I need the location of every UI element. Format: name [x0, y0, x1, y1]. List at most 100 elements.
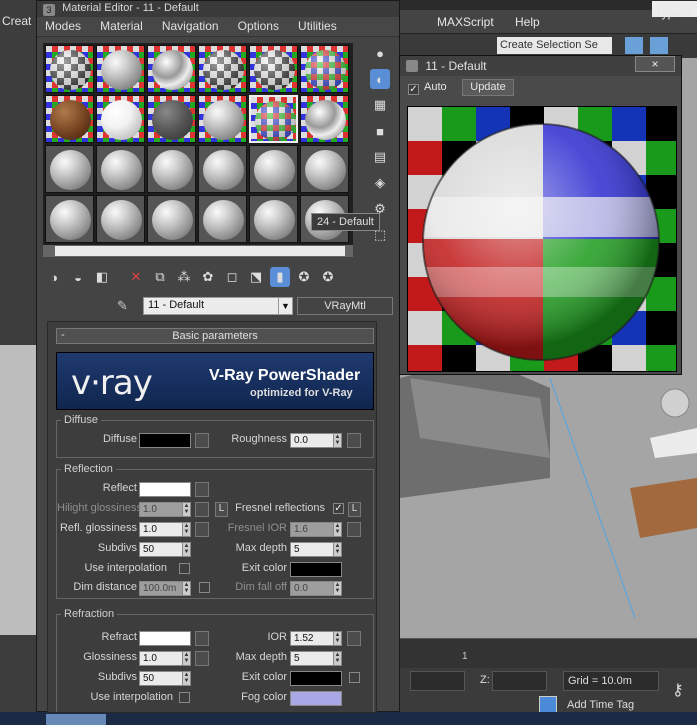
sample-slot[interactable]	[249, 145, 298, 193]
search-box[interactable]: Type a	[652, 1, 697, 20]
refraction-max-depth-spinner[interactable]: 5 ▲ ▼	[290, 651, 342, 666]
sample-slot[interactable]	[96, 145, 145, 193]
sample-slot[interactable]	[300, 145, 349, 193]
refraction-exit-color-swatch[interactable]	[290, 671, 342, 686]
roughness-spinner[interactable]: 0.0 ▲ ▼	[290, 433, 342, 448]
go-to-parent-icon[interactable]: ▮	[270, 267, 290, 287]
dim-fall-off-spinner[interactable]: 0.0 ▲ ▼	[290, 581, 342, 596]
menu-help[interactable]: Help	[515, 15, 540, 29]
preview-titlebar[interactable]: 11 - Default ×	[400, 56, 681, 76]
refract-color-swatch[interactable]	[139, 631, 191, 646]
menu-material[interactable]: Material	[100, 19, 143, 33]
sample-slot[interactable]	[300, 95, 349, 143]
sample-slot[interactable]	[249, 195, 298, 243]
auto-toggle[interactable]: ✓ Auto	[408, 81, 447, 95]
scrollbar-thumb[interactable]	[55, 246, 345, 256]
sample-slot[interactable]	[147, 45, 196, 93]
go-forward-sibling-icon[interactable]: ✪	[294, 267, 314, 287]
sample-slot[interactable]	[198, 45, 247, 93]
spinner-arrows[interactable]: ▲ ▼	[182, 523, 190, 536]
basic-parameters-rollout[interactable]: - Basic parameters	[56, 328, 374, 344]
ior-spinner[interactable]: 1.52 ▲ ▼	[290, 631, 342, 646]
sample-uv-tiling-icon[interactable]: ■	[370, 121, 390, 141]
sample-slot[interactable]	[249, 45, 298, 93]
material-id-icon[interactable]: ✿	[198, 267, 218, 287]
make-preview-icon[interactable]: ◈	[370, 173, 390, 193]
spinner-arrows[interactable]: ▲ ▼	[182, 543, 190, 556]
diffuse-color-swatch[interactable]	[139, 433, 191, 448]
spinner-arrows[interactable]: ▲ ▼	[182, 503, 190, 516]
roughness-map-button[interactable]	[347, 433, 361, 448]
sample-slot[interactable]	[300, 45, 349, 93]
material-editor-titlebar[interactable]: 3 Material Editor - 11 - Default	[37, 1, 399, 17]
refl-glossiness-spinner[interactable]: 1.0 ▲ ▼	[139, 522, 191, 537]
sample-slot[interactable]	[45, 45, 94, 93]
taskbar-button[interactable]	[46, 714, 106, 725]
show-end-result-icon[interactable]: ⬔	[246, 267, 266, 287]
coord-z-field[interactable]	[492, 671, 547, 691]
spinner-arrows[interactable]: ▲ ▼	[182, 672, 190, 685]
put-to-scene-icon[interactable]: ◒	[68, 267, 88, 287]
spinner-arrows[interactable]: ▲ ▼	[333, 632, 341, 645]
ior-map-button[interactable]	[347, 631, 361, 646]
chevron-down-icon[interactable]: ▼	[278, 298, 292, 314]
put-to-library-icon[interactable]: ⁂	[174, 267, 194, 287]
sample-slot[interactable]	[96, 195, 145, 243]
fresnel-reflections-checkbox[interactable]: ✓	[333, 503, 344, 514]
reflection-exit-color-swatch[interactable]	[290, 562, 342, 577]
toolbar-icon[interactable]	[625, 37, 643, 54]
coord-y-field[interactable]	[410, 671, 465, 691]
sample-slot[interactable]	[96, 95, 145, 143]
sample-slot[interactable]	[45, 145, 94, 193]
menu-options[interactable]: Options	[238, 19, 279, 33]
sample-slot[interactable]	[198, 95, 247, 143]
dim-distance-spinner[interactable]: 100.0m ▲ ▼	[139, 581, 191, 596]
diffuse-map-button[interactable]	[195, 433, 209, 448]
sample-slot[interactable]	[147, 195, 196, 243]
refraction-exit-color-checkbox[interactable]	[349, 672, 360, 683]
spinner-arrows[interactable]: ▲ ▼	[182, 652, 190, 665]
add-time-tag-label[interactable]: Add Time Tag	[567, 699, 634, 711]
spinner-arrows[interactable]: ▲ ▼	[182, 582, 190, 595]
refraction-subdivs-spinner[interactable]: 50 ▲ ▼	[139, 671, 191, 686]
reflection-use-interpolation-checkbox[interactable]	[179, 563, 190, 574]
slots-horizontal-scrollbar[interactable]	[43, 245, 353, 257]
video-color-check-icon[interactable]: ▤	[370, 147, 390, 167]
refraction-use-interpolation-checkbox[interactable]	[179, 692, 190, 703]
material-name-field[interactable]: 11 - Default ▼	[143, 297, 293, 315]
selection-set-dropdown[interactable]: Create Selection Se	[497, 37, 612, 54]
spinner-arrows[interactable]: ▲ ▼	[333, 434, 341, 447]
sample-slot[interactable]	[198, 195, 247, 243]
hilight-map-button[interactable]	[195, 502, 209, 517]
make-unique-icon[interactable]: ⧉	[150, 267, 170, 287]
hilight-glossiness-spinner[interactable]: 1.0 ▲ ▼	[139, 502, 191, 517]
sample-slot[interactable]	[96, 45, 145, 93]
spinner-arrows[interactable]: ▲ ▼	[333, 582, 341, 595]
sample-slot[interactable]	[45, 195, 94, 243]
refract-map-button[interactable]	[195, 631, 209, 646]
menu-modes[interactable]: Modes	[45, 19, 81, 33]
background-checker-icon[interactable]: ▦	[370, 95, 390, 115]
assign-to-selection-icon[interactable]: ◧	[92, 267, 112, 287]
eyedropper-icon[interactable]: ✎	[117, 298, 128, 314]
dim-distance-checkbox[interactable]	[199, 582, 210, 593]
lock-hilight-button[interactable]: L	[215, 502, 228, 517]
menu-maxscript[interactable]: MAXScript	[437, 15, 494, 29]
spinner-arrows[interactable]: ▲ ▼	[333, 652, 341, 665]
reflection-subdivs-spinner[interactable]: 50 ▲ ▼	[139, 542, 191, 557]
close-button[interactable]: ×	[635, 56, 675, 72]
sample-slot-selected[interactable]	[249, 95, 298, 143]
key-icon[interactable]: ⚷	[672, 680, 684, 700]
refraction-glossiness-spinner[interactable]: 1.0 ▲ ▼	[139, 651, 191, 666]
menu-navigation[interactable]: Navigation	[162, 19, 219, 33]
preview-render[interactable]	[407, 106, 677, 372]
update-button[interactable]: Update	[462, 79, 514, 96]
backlight-icon[interactable]: ◐	[370, 69, 390, 89]
get-material-icon[interactable]: ◑	[44, 267, 64, 287]
lock-fresnel-ior-button[interactable]: L	[348, 502, 361, 517]
pick-material-icon[interactable]: ✪	[318, 267, 338, 287]
viewport-left-fragment[interactable]	[0, 345, 36, 635]
menu-utilities[interactable]: Utilities	[298, 19, 337, 33]
reset-map-icon[interactable]: ✕	[126, 267, 146, 287]
sample-slot[interactable]	[147, 95, 196, 143]
